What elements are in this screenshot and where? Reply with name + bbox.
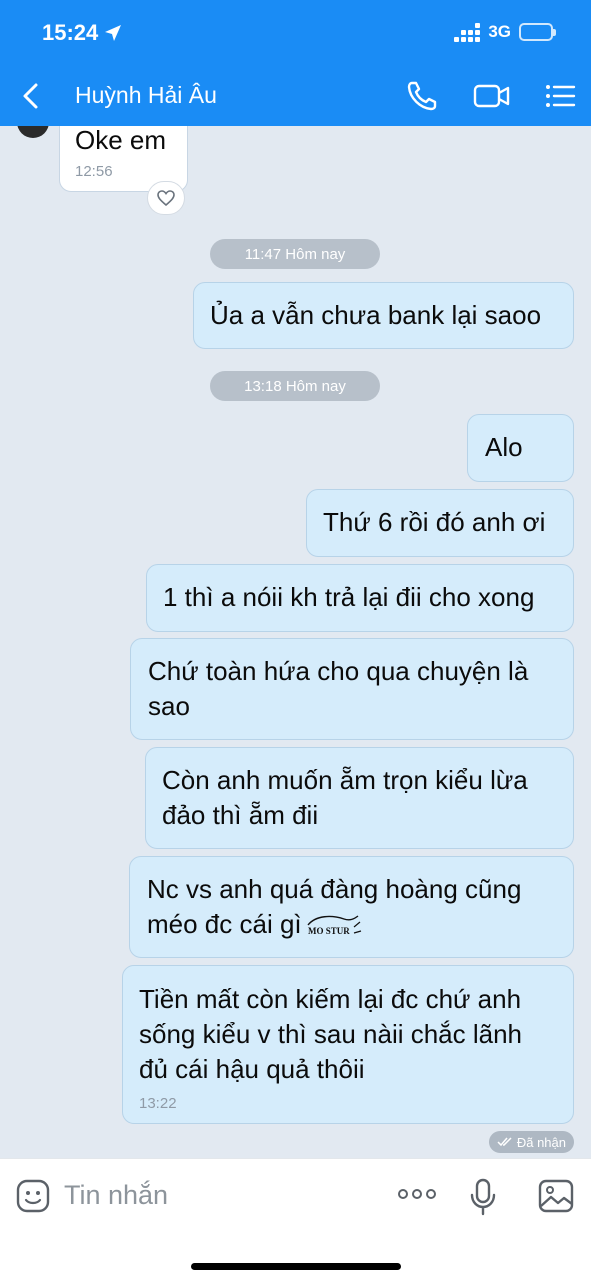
status-right: 3G [454,22,556,42]
contact-name[interactable]: Huỳnh Hải Âu [75,82,217,109]
time-separator: 11:47 Hôm nay [210,239,380,269]
list-menu-icon [546,85,576,107]
message-line: Nc vs anh quá đàng hoàng cũng [147,874,522,904]
message-text: Alo [485,432,523,462]
message-outgoing[interactable]: Thứ 6 rồi đó anh ơi [306,489,574,557]
more-icon [398,1189,408,1199]
video-icon [473,84,510,108]
message-text: 1 thì a nóii kh trả lại đii cho xong [163,582,535,612]
back-button[interactable] [16,80,46,112]
heart-icon [157,190,175,207]
video-call-button[interactable] [472,78,512,114]
call-button[interactable] [404,78,440,114]
double-check-icon [497,1137,512,1147]
message-line: sao [148,691,190,721]
photo-button[interactable] [538,1179,574,1213]
location-arrow-icon [105,25,122,41]
message-outgoing[interactable]: Nc vs anh quá đàng hoàng cũng méo đc cái… [129,856,574,958]
status-time: 15:24 [42,20,122,46]
signal-icon [454,22,481,42]
message-line: Còn anh muốn ẵm trọn kiểu lừa [162,765,528,795]
more-button[interactable] [398,1189,438,1203]
message-line: Chứ toàn hứa cho qua chuyện là [148,656,529,686]
message-outgoing[interactable]: Ủa a vẫn chưa bank lại saoo [193,282,574,349]
message-outgoing[interactable]: Alo [467,414,574,482]
message-outgoing[interactable]: Chứ toàn hứa cho qua chuyện là sao [130,638,574,740]
emoji-button[interactable] [16,1179,50,1213]
contact-avatar[interactable] [17,126,49,138]
message-time: 12:56 [75,163,113,180]
header: 15:24 3G Huỳnh Hải Âu [0,0,591,126]
message-text: Thứ 6 rồi đó anh ơi [323,507,546,537]
status-time-text: 15:24 [42,20,99,45]
message-outgoing[interactable]: 1 thì a nóii kh trả lại đii cho xong [146,564,574,632]
home-indicator [191,1263,401,1270]
sticker-image: MO STUR [307,915,361,936]
delivery-status: Đã nhận [488,1131,574,1153]
message-time: 13:22 [139,1095,177,1112]
network-type: 3G [488,22,511,41]
chat-area[interactable]: Oke em 12:56 11:47 Hôm nay Ủa a vẫn chưa… [0,126,591,1158]
message-text: Oke em [75,126,167,155]
message-line: đủ cái hậu quả thôii [139,1054,365,1084]
menu-button[interactable] [542,78,578,114]
mic-button[interactable] [468,1177,498,1217]
react-button[interactable] [147,181,185,215]
mic-icon [470,1178,496,1216]
composer-bar [0,1158,591,1280]
message-input[interactable] [64,1173,364,1217]
message-text: méo đc cái gì [147,909,302,939]
message-outgoing[interactable]: Còn anh muốn ẵm trọn kiểu lừa đảo thì ẵm… [145,747,574,849]
battery-icon [519,23,556,41]
back-icon [23,83,38,109]
message-text: Ủa a vẫn chưa bank lại saoo [210,300,542,330]
image-icon [538,1179,574,1213]
message-line: sống kiểu v thì sau nàii chắc lãnh [139,1019,523,1049]
message-line: đảo thì ẵm đii [162,800,319,830]
message-outgoing[interactable]: Tiền mất còn kiếm lại đc chứ anh sống ki… [122,965,574,1124]
delivery-status-text: Đã nhận [516,1134,566,1150]
emoji-icon [16,1179,50,1213]
time-separator: 13:18 Hôm nay [210,371,380,401]
sticker-text: MO STUR [308,926,350,936]
phone-icon [407,81,437,111]
message-line: Tiền mất còn kiếm lại đc chứ anh [139,984,522,1014]
message-line-with-sticker: méo đc cái gì MO STUR [147,907,573,942]
